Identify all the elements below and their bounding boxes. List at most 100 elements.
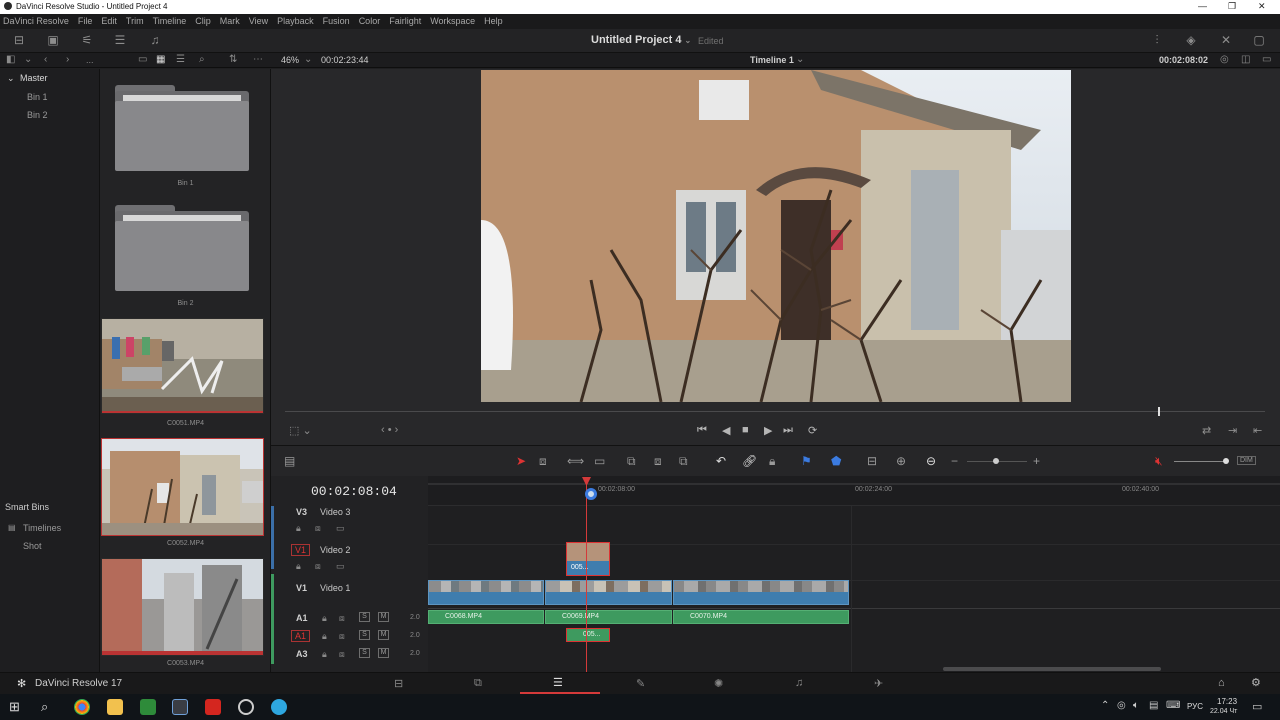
media-pool-icon[interactable]: ⊟	[12, 34, 26, 46]
scrubber-handle[interactable]	[1158, 407, 1160, 416]
dynamic-trim-icon[interactable]: ⟺	[567, 454, 584, 468]
cut-page-icon[interactable]: ⧉	[474, 677, 482, 690]
zoom-in-icon[interactable]: +	[1033, 454, 1040, 468]
track-name-video-2[interactable]: Video 2	[320, 545, 350, 555]
bin-item[interactable]: Bin 2	[27, 110, 48, 120]
clip-thumbnail[interactable]	[101, 558, 264, 656]
solo-button[interactable]: S	[359, 630, 370, 640]
color-page-icon[interactable]: ✺	[714, 677, 723, 690]
language-indicator[interactable]: РУС	[1187, 702, 1203, 711]
maximize-button[interactable]: ❐	[1228, 1, 1236, 12]
timeline-scrollbar[interactable]	[943, 667, 1161, 671]
fairlight-page-icon[interactable]: ♫	[795, 677, 803, 689]
audio-clip[interactable]: C0068.MP4	[428, 610, 544, 624]
lock-icon[interactable]: 🔒︎	[322, 613, 327, 624]
clip-thumbnail-selected[interactable]	[101, 438, 264, 536]
marker-icon[interactable]: ⬟	[831, 454, 841, 468]
timeline-chevron-icon[interactable]: ⌄	[796, 54, 804, 65]
video-clip[interactable]	[673, 580, 849, 605]
edit-page-tab[interactable]: ☰	[520, 673, 600, 694]
timeline-ruler[interactable]: 00:02:08:00 00:02:24:00 00:02:40:00	[428, 476, 1280, 506]
panel-layout-icon[interactable]: ◧	[6, 54, 15, 65]
tray-chevron-icon[interactable]: ⌃	[1101, 700, 1109, 711]
list-view-icon[interactable]: ☰	[176, 54, 185, 65]
go-to-start-icon[interactable]: ⏮	[697, 424, 707, 437]
zoom-detail-icon[interactable]: ⊕	[896, 454, 906, 468]
trim-tool-icon[interactable]: ⧈	[539, 454, 547, 469]
back-icon[interactable]: ‹	[44, 54, 47, 65]
clock-date[interactable]: 22.04 Чт	[1210, 708, 1237, 715]
davinci-resolve-taskbar-icon[interactable]	[172, 699, 188, 715]
folder-icon[interactable]	[115, 81, 249, 171]
mute-speaker-icon[interactable]: 🔇︎	[1155, 454, 1163, 469]
timeline-name[interactable]: Timeline 1	[750, 55, 794, 65]
audio-track-selector[interactable]	[271, 574, 274, 664]
prev-edit-icon[interactable]: ⇤	[1253, 424, 1262, 437]
chrome-icon[interactable]	[74, 699, 90, 715]
track-id-a2[interactable]: A1	[291, 630, 311, 642]
track-name-video-3[interactable]: Video 3	[320, 507, 350, 517]
search-icon[interactable]: ⌕	[41, 699, 48, 715]
minimize-button[interactable]: —	[1198, 1, 1207, 11]
timeline-tracks[interactable]: 005... C0068.MP4 C0069.MP4 C0070.MP4 005…	[428, 506, 1280, 672]
chevron-down-icon[interactable]: ⌄	[7, 73, 15, 84]
menu-help[interactable]: Help	[484, 14, 503, 29]
mute-button[interactable]: M	[378, 630, 389, 640]
flag-icon[interactable]: ⚑	[801, 454, 812, 468]
list-icon[interactable]: ☰	[113, 34, 127, 46]
insert-clip-icon[interactable]: ⧉	[627, 454, 636, 469]
stop-icon[interactable]: ■	[742, 424, 749, 436]
clip-thumbnail[interactable]	[101, 318, 264, 414]
jog-control-icon[interactable]: ‹ • ›	[381, 424, 398, 436]
spreadsheet-app-icon[interactable]	[140, 699, 156, 715]
menu-fairlight[interactable]: Fairlight	[389, 14, 421, 29]
mute-button[interactable]: M	[378, 648, 389, 658]
overwrite-clip-icon[interactable]: ⧈	[654, 454, 662, 469]
timeline-view-options-icon[interactable]: ▤	[284, 454, 295, 468]
more-menu[interactable]: ...	[86, 55, 94, 65]
solo-button[interactable]: S	[359, 648, 370, 658]
solo-button[interactable]: S	[359, 612, 370, 622]
notifications-icon[interactable]: ▭	[1252, 700, 1262, 713]
zoom-slider-handle[interactable]	[993, 458, 999, 464]
volume-slider-track[interactable]	[1174, 461, 1226, 462]
playhead[interactable]	[586, 478, 587, 672]
pdf-reader-icon[interactable]	[205, 699, 221, 715]
next-edit-icon[interactable]: ⇥	[1228, 424, 1237, 437]
link-icon[interactable]: 🔗︎	[742, 454, 757, 468]
windows-start-icon[interactable]: ⊞	[9, 699, 20, 715]
clock-time[interactable]: 17:23	[1217, 697, 1237, 706]
zoom-custom-icon[interactable]: ⊖	[926, 454, 936, 468]
zoom-full-icon[interactable]: ⊟	[867, 454, 877, 468]
lock-icon[interactable]: 🔒︎	[296, 523, 301, 534]
track-name-video-1[interactable]: Video 1	[320, 583, 350, 593]
effects-icon[interactable]: ▣	[46, 34, 60, 46]
close-button[interactable]: ✕	[1258, 1, 1266, 12]
menu-timeline[interactable]: Timeline	[153, 14, 187, 29]
chevron-down-icon[interactable]: ⌄	[24, 54, 32, 65]
menu-color[interactable]: Color	[359, 14, 381, 29]
menu-fusion[interactable]: Fusion	[323, 14, 350, 29]
search-icon[interactable]: ⌕	[199, 54, 205, 65]
menu-file[interactable]: File	[78, 14, 93, 29]
lock-icon[interactable]: 🔒︎	[322, 649, 327, 660]
bin-item[interactable]: Bin 1	[27, 92, 48, 102]
video-clip[interactable]	[428, 580, 544, 605]
edit-index-icon[interactable]: ⚟	[80, 34, 94, 46]
lock-icon[interactable]: ▢	[1252, 34, 1266, 46]
folder-icon[interactable]	[115, 201, 249, 291]
fullscreen-icon[interactable]: ▭	[1262, 54, 1271, 65]
deliver-page-icon[interactable]: ✈	[874, 677, 883, 690]
menu-view[interactable]: View	[249, 14, 268, 29]
video-track-selector[interactable]	[271, 506, 274, 569]
metadata-icon[interactable]: ◈	[1184, 34, 1198, 46]
lock-icon[interactable]: 🔒︎	[322, 631, 327, 642]
file-explorer-icon[interactable]	[107, 699, 123, 715]
scrubber-bar[interactable]	[285, 411, 1265, 412]
audio-clip[interactable]: C0069.MP4	[545, 610, 672, 624]
volume-slider-handle[interactable]	[1223, 458, 1229, 464]
zoom-out-icon[interactable]: −	[951, 454, 958, 468]
menu-workspace[interactable]: Workspace	[430, 14, 475, 29]
telegram-icon[interactable]	[271, 699, 287, 715]
sound-library-icon[interactable]: ♫	[148, 34, 162, 46]
